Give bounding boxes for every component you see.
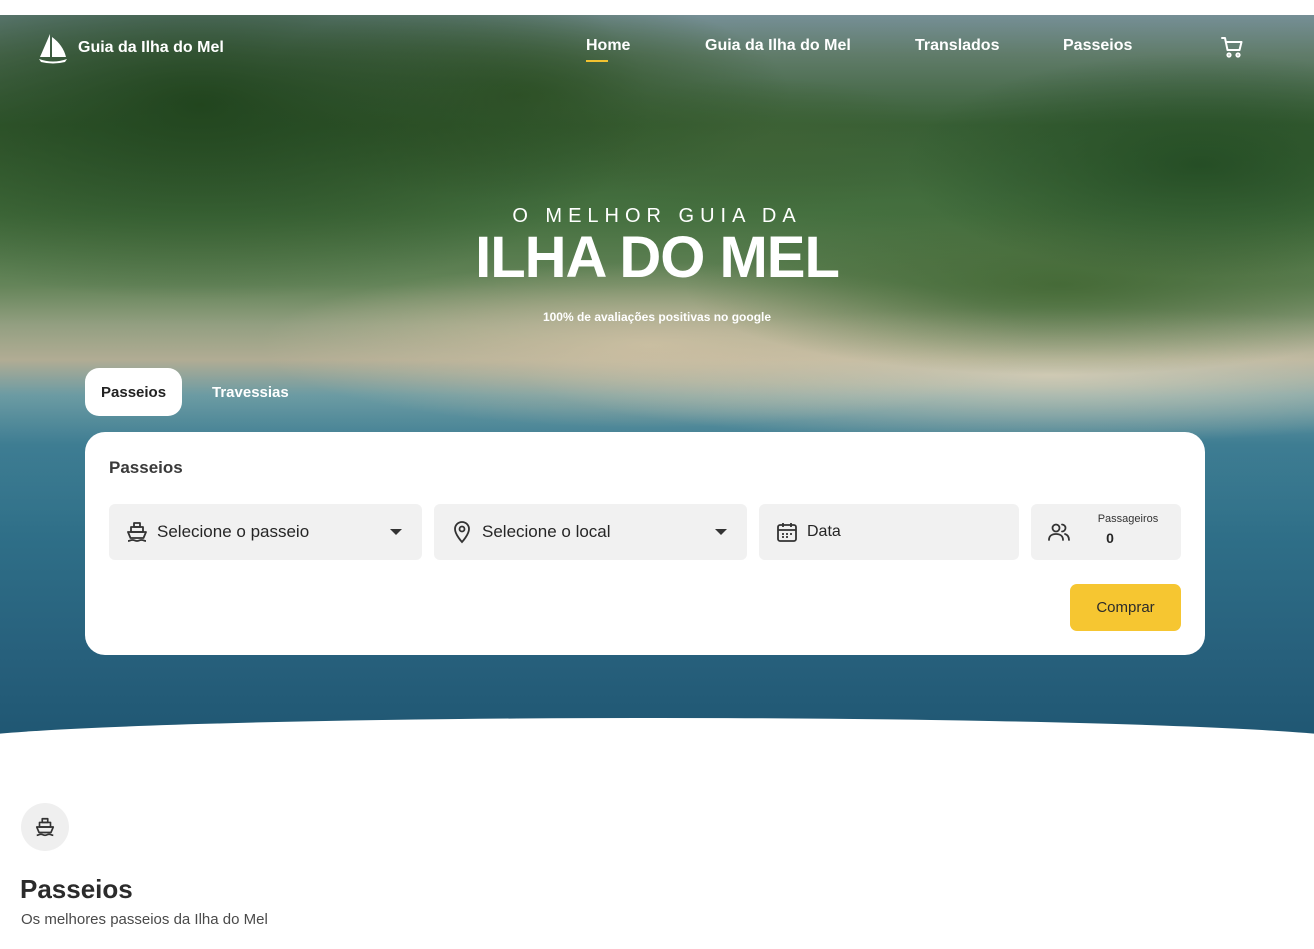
passengers-field[interactable]: Passageiros 0	[1031, 504, 1181, 560]
passengers-label: Passageiros	[1097, 513, 1159, 525]
boat-icon	[127, 522, 147, 542]
boat-icon	[35, 817, 55, 837]
sailboat-logo-icon	[39, 34, 67, 64]
tab-travessias[interactable]: Travessias	[196, 368, 305, 416]
people-icon	[1048, 523, 1070, 541]
buy-button[interactable]: Comprar	[1070, 584, 1181, 631]
section-subtitle: Os melhores passeios da Ilha do Mel	[21, 911, 268, 928]
tour-select-placeholder: Selecione o passeio	[157, 522, 310, 541]
nav-home[interactable]: Home	[586, 37, 630, 62]
location-select-placeholder: Selecione o local	[482, 522, 611, 541]
nav-guia[interactable]: Guia da Ilha do Mel	[705, 37, 851, 55]
section-icon-badge	[21, 803, 69, 851]
hero-rating-note: 100% de avaliações positivas no google	[542, 310, 772, 324]
hero-title: ILHA DO MEL	[475, 225, 840, 290]
nav-passeios[interactable]: Passeios	[1063, 37, 1132, 55]
chevron-down-icon	[390, 529, 402, 535]
tour-select[interactable]: Selecione o passeio	[109, 504, 422, 560]
calendar-icon	[777, 523, 797, 542]
cart-icon[interactable]	[1220, 35, 1244, 59]
passengers-count: 0	[1106, 530, 1114, 546]
location-select[interactable]: Selecione o local	[434, 504, 747, 560]
location-pin-icon	[454, 521, 470, 544]
tab-passeios[interactable]: Passeios	[85, 368, 183, 416]
date-field[interactable]: Data	[759, 504, 1019, 560]
nav-translados[interactable]: Translados	[915, 37, 999, 55]
hero-bottom-curve	[0, 718, 1314, 938]
brand-name: Guia da Ilha do Mel	[78, 39, 224, 56]
search-card: Passeios Selecione o passeio Selecione o…	[85, 432, 1205, 655]
date-placeholder: Data	[807, 523, 841, 540]
brand-logo[interactable]: Guia da Ilha do Mel	[36, 31, 224, 65]
section-title: Passeios	[20, 874, 133, 904]
site-header: Guia da Ilha do Mel Home Guia da Ilha do…	[0, 15, 1314, 81]
search-card-title: Passeios	[109, 458, 183, 477]
chevron-down-icon	[715, 529, 727, 535]
